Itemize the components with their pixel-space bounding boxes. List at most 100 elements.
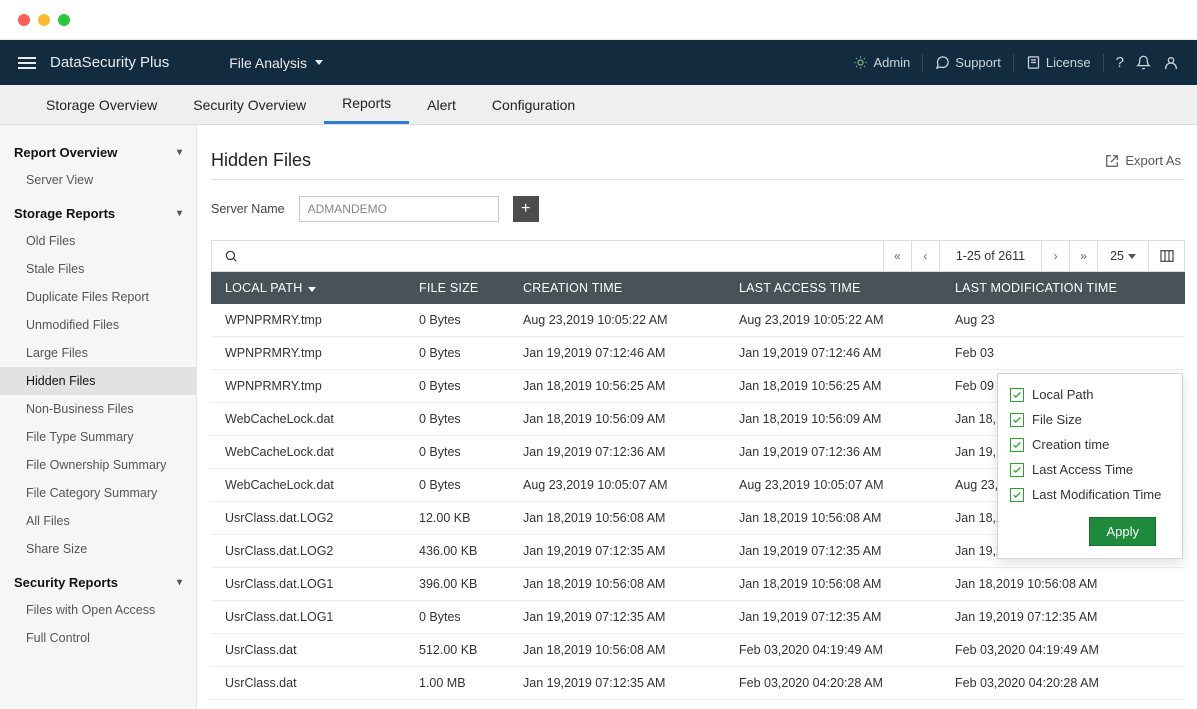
sidebar-item-file-ownership-summary[interactable]: File Ownership Summary [0,451,196,479]
page-size-select[interactable]: 25 [1097,241,1148,271]
col-file-size[interactable]: FILE SIZE [411,272,515,304]
page-next-button[interactable]: › [1041,241,1069,271]
sidebar-item-share-size[interactable]: Share Size [0,535,196,563]
module-dropdown[interactable]: File Analysis [229,55,323,71]
cell-size: 0 Bytes [411,601,515,634]
sidebar-item-duplicate-files[interactable]: Duplicate Files Report [0,283,196,311]
checkbox-checked-icon [1010,413,1024,427]
cell-path: UsrClass.dat.LOG2 [211,502,411,535]
export-as-button[interactable]: Export As [1105,153,1181,168]
minimize-window-button[interactable] [38,14,50,26]
table-row[interactable]: WPNPRMRY.tmp0 BytesAug 23,2019 10:05:22 … [211,304,1185,337]
search-button[interactable] [212,249,248,263]
sidebar-item-old-files[interactable]: Old Files [0,227,196,255]
colopt-creation-time[interactable]: Creation time [998,432,1182,457]
sidebar-item-large-files[interactable]: Large Files [0,339,196,367]
sidebar-section-report-overview[interactable]: Report Overview ▾ [0,139,196,166]
search-icon [224,249,238,263]
colopt-file-size[interactable]: File Size [998,407,1182,432]
table-row[interactable]: UsrClass.dat.LOG10 BytesJan 19,2019 07:1… [211,601,1185,634]
cell-la: Jan 19,2019 07:12:36 AM [731,436,947,469]
main-panel: Hidden Files Export As Server Name + « ‹… [197,125,1197,709]
sidebar-item-all-files[interactable]: All Files [0,507,196,535]
cell-la: Jan 19,2019 07:12:46 AM [731,337,947,370]
cell-la: Jan 19,2019 07:12:35 AM [731,535,947,568]
table-row[interactable]: UsrClass.dat512.00 KBJan 18,2019 10:56:0… [211,634,1185,667]
colopt-local-path[interactable]: Local Path [998,382,1182,407]
admin-link[interactable]: Admin [853,55,910,70]
col-local-path[interactable]: LOCAL PATH [211,272,411,304]
column-picker-button[interactable] [1148,241,1184,271]
cell-lm: Aug 23 [947,304,1185,337]
server-name-label: Server Name [211,202,285,216]
chevron-down-icon [315,60,323,65]
table-row[interactable]: UsrClass.dat.LOG1396.00 KB Jan 18,2019 10… [211,568,1185,601]
checkbox-checked-icon [1010,463,1024,477]
colopt-last-access[interactable]: Last Access Time [998,457,1182,482]
sidebar-item-file-category-summary[interactable]: File Category Summary [0,479,196,507]
page-first-button[interactable]: « [883,241,911,271]
sidebar-item-files-open-access[interactable]: Files with Open Access [0,596,196,624]
help-icon[interactable]: ? [1116,54,1124,71]
checkbox-checked-icon [1010,388,1024,402]
cell-path: UsrClass.dat.LOG2 [211,535,411,568]
server-name-input[interactable] [299,196,499,222]
admin-icon [853,55,868,70]
cell-ct: Aug 23,2019 10:05:07 AM [515,469,731,502]
col-creation-time[interactable]: CREATION TIME [515,272,731,304]
apply-columns-button[interactable]: Apply [1089,517,1156,546]
cell-path: UsrClass.dat.LOG1 [211,568,411,601]
sidebar-item-file-type-summary[interactable]: File Type Summary [0,423,196,451]
col-last-access[interactable]: LAST ACCESS TIME [731,272,947,304]
tab-alert[interactable]: Alert [409,85,474,124]
cell-size: 1.00 MB [411,667,515,700]
chevron-down-icon: ▾ [177,147,182,158]
colopt-last-mod[interactable]: Last Modification Time [998,482,1182,507]
sort-desc-icon [308,287,316,292]
table-row[interactable]: UsrClass.dat1.00 MBJan 19,2019 07:12:35 … [211,667,1185,700]
page-last-button[interactable]: » [1069,241,1097,271]
sidebar-item-unmodified-files[interactable]: Unmodified Files [0,311,196,339]
hamburger-icon[interactable] [18,57,36,69]
tab-security-overview[interactable]: Security Overview [175,85,324,124]
cell-la: Jan 18,2019 10:56:08 AM [731,502,947,535]
tab-configuration[interactable]: Configuration [474,85,593,124]
sidebar-item-non-business-files[interactable]: Non-Business Files [0,395,196,423]
license-link[interactable]: License [1026,55,1091,70]
cell-ct: Jan 18,2019 10:56:08 AM [515,634,731,667]
tab-storage-overview[interactable]: Storage Overview [28,85,175,124]
sidebar-item-stale-files[interactable]: Stale Files [0,255,196,283]
sidebar-item-server-view[interactable]: Server View [0,166,196,194]
table-row[interactable]: WPNPRMRY.tmp0 BytesJan 19,2019 07:12:46 … [211,337,1185,370]
support-link[interactable]: Support [935,55,1001,70]
chevron-down-icon: ▾ [177,577,182,588]
cell-la: Jan 18,2019 10:56:08 AM [731,568,947,601]
table-header-row: LOCAL PATH FILE SIZE CREATION TIME LAST … [211,272,1185,304]
module-label: File Analysis [229,55,307,71]
bell-icon[interactable] [1136,55,1151,70]
maximize-window-button[interactable] [58,14,70,26]
close-window-button[interactable] [18,14,30,26]
sidebar-section-security-reports[interactable]: Security Reports ▾ [0,569,196,596]
user-icon[interactable] [1163,55,1179,71]
cell-ct: Aug 23,2019 10:05:22 AM [515,304,731,337]
page-range-label: 1-25 of 2611 [939,241,1041,271]
page-prev-button[interactable]: ‹ [911,241,939,271]
cell-size: 396.00 KB [411,568,515,601]
sidebar-item-full-control[interactable]: Full Control [0,624,196,652]
col-last-mod[interactable]: LAST MODIFICATION TIME [947,272,1185,304]
export-icon [1105,154,1119,168]
sidebar-item-hidden-files[interactable]: Hidden Files [0,367,196,395]
cell-la: Aug 23,2019 10:05:07 AM [731,469,947,502]
cell-ct: Jan 19,2019 07:12:46 AM [515,337,731,370]
tab-reports[interactable]: Reports [324,85,409,124]
columns-icon [1159,248,1175,264]
sidebar-section-storage-reports[interactable]: Storage Reports ▾ [0,200,196,227]
cell-path: WPNPRMRY.tmp [211,304,411,337]
cell-path: UsrClass.dat [211,667,411,700]
add-server-button[interactable]: + [513,196,539,222]
cell-lm: Feb 03 [947,337,1185,370]
cell-la: Aug 23,2019 10:05:22 AM [731,304,947,337]
cell-size: 0 Bytes [411,304,515,337]
page-title: Hidden Files [211,150,311,171]
